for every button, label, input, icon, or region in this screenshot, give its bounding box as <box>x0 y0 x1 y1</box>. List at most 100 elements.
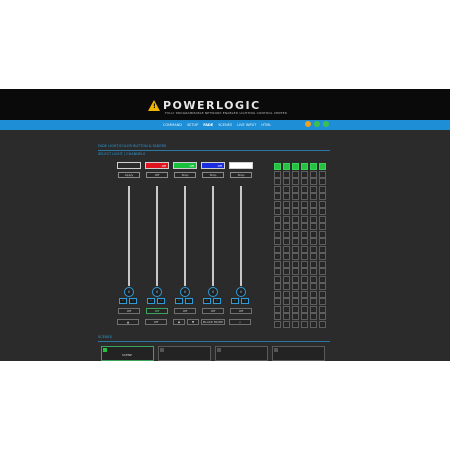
preset-cell[interactable]: ◦ <box>319 268 326 275</box>
preset-cell[interactable]: ◦ <box>319 238 326 245</box>
preset-cell[interactable]: ◦ <box>274 185 281 193</box>
preset-cell[interactable]: ◦ <box>283 275 290 283</box>
preset-cell[interactable]: ◦ <box>283 298 290 305</box>
preset-cell[interactable]: ◦ <box>283 260 290 268</box>
channel-color-swatch[interactable]: Off <box>173 162 197 169</box>
preset-cell[interactable]: ◦ <box>310 208 317 215</box>
preset-cell[interactable]: ◦ <box>310 283 317 290</box>
nav-item-setup[interactable]: SETUP <box>187 123 198 127</box>
fader-down-button[interactable]: ⌃ <box>157 298 165 304</box>
preset-cell[interactable]: ◦ <box>310 163 317 170</box>
fader-knob[interactable]: 0 <box>208 287 218 297</box>
preset-cell[interactable]: ◦ <box>301 208 308 215</box>
preset-cell[interactable]: ◦ <box>283 238 290 245</box>
preset-cell[interactable]: ◦ <box>274 298 281 305</box>
channel-select-button[interactable]: Off <box>146 172 168 178</box>
channel-color-swatch[interactable] <box>229 162 253 169</box>
preset-cell[interactable]: ◦ <box>301 260 308 268</box>
preset-cell[interactable]: ◦ <box>301 170 308 178</box>
channel-color-swatch[interactable] <box>117 162 141 169</box>
fader-track[interactable] <box>156 186 158 286</box>
preset-cell[interactable]: ◦ <box>274 200 281 208</box>
preset-cell[interactable]: ◦ <box>301 305 308 313</box>
preset-cell[interactable]: ◦ <box>283 230 290 238</box>
preset-cell[interactable]: ◦ <box>319 208 326 215</box>
preset-cell[interactable]: ◦ <box>274 253 281 260</box>
twitter-icon[interactable] <box>314 121 320 127</box>
preset-cell[interactable]: ◦ <box>283 268 290 275</box>
preset-cell[interactable]: ◦ <box>301 185 308 193</box>
preset-cell[interactable]: ◦ <box>292 275 299 283</box>
preset-cell[interactable]: ◦ <box>310 170 317 178</box>
preset-cell[interactable]: ◦ <box>292 200 299 208</box>
channel-select-button[interactable]: Stop <box>230 172 252 178</box>
channel-color-swatch[interactable]: Off <box>201 162 225 169</box>
fader-knob[interactable]: 0 <box>236 287 246 297</box>
preset-cell[interactable]: ◦ <box>301 268 308 275</box>
fader-track[interactable] <box>212 186 214 286</box>
preset-cell[interactable]: ◦ <box>319 260 326 268</box>
preset-cell[interactable]: ◦ <box>283 193 290 200</box>
preset-cell[interactable]: ◦ <box>283 170 290 178</box>
preset-cell[interactable]: ◦ <box>274 305 281 313</box>
preset-cell[interactable]: ◦ <box>274 163 281 170</box>
preset-cell[interactable]: ◦ <box>274 215 281 223</box>
preset-cell[interactable]: ◦ <box>310 253 317 260</box>
fader-down-button[interactable]: ⌃ <box>241 298 249 304</box>
nav-item-html[interactable]: HTML <box>261 123 271 127</box>
preset-cell[interactable]: ◦ <box>319 275 326 283</box>
preset-cell[interactable]: ◦ <box>283 163 290 170</box>
preset-cell[interactable]: ◦ <box>310 238 317 245</box>
scene-card[interactable] <box>215 346 268 361</box>
preset-cell[interactable]: ◦ <box>319 290 326 298</box>
black-mode-button[interactable]: BLACK MODE <box>201 319 225 325</box>
fader-knob[interactable]: 0 <box>180 287 190 297</box>
preset-cell[interactable]: ◦ <box>301 178 308 185</box>
preset-cell[interactable]: ◦ <box>310 185 317 193</box>
preset-cell[interactable]: ◦ <box>292 170 299 178</box>
preset-cell[interactable]: ◦ <box>283 223 290 230</box>
preset-cell[interactable]: ◦ <box>319 193 326 200</box>
preset-cell[interactable]: ◦ <box>283 200 290 208</box>
preset-cell[interactable]: ◦ <box>310 200 317 208</box>
preset-cell[interactable]: ◦ <box>319 253 326 260</box>
channel-select-button[interactable]: Stop <box>202 172 224 178</box>
fader-track[interactable] <box>184 186 186 286</box>
scene-card[interactable] <box>272 346 325 361</box>
channel-color-swatch[interactable]: Off <box>145 162 169 169</box>
preset-cell[interactable]: ◦ <box>301 313 308 320</box>
channel-select-button[interactable]: Apply <box>118 172 140 178</box>
fader-track[interactable] <box>240 186 242 286</box>
fader-knob[interactable]: 0 <box>124 287 134 297</box>
preset-cell[interactable]: ◦ <box>319 230 326 238</box>
channel-toggle-button[interactable]: Off <box>202 308 224 314</box>
preset-cell[interactable]: ◦ <box>310 305 317 313</box>
fader-down-button[interactable]: ⌃ <box>185 298 193 304</box>
preset-cell[interactable]: ◦ <box>292 298 299 305</box>
preset-cell[interactable]: ◦ <box>319 305 326 313</box>
preset-cell[interactable]: ◦ <box>283 253 290 260</box>
preset-cell[interactable]: ◦ <box>301 320 308 328</box>
preset-cell[interactable]: ◦ <box>274 238 281 245</box>
preset-cell[interactable]: ◦ <box>310 178 317 185</box>
preset-cell[interactable]: ◦ <box>292 283 299 290</box>
channel-toggle-button[interactable]: Off <box>230 308 252 314</box>
move-up-button[interactable]: ▲ <box>117 319 139 325</box>
preset-cell[interactable]: ◦ <box>274 268 281 275</box>
preset-cell[interactable]: ◦ <box>310 320 317 328</box>
scene-card[interactable]: SCENE <box>101 346 154 361</box>
preset-cell[interactable]: ◦ <box>292 208 299 215</box>
preset-cell[interactable]: ◦ <box>301 298 308 305</box>
diamond-button[interactable]: ◆ <box>173 319 185 325</box>
nav-item-scenes[interactable]: SCENES <box>218 123 232 127</box>
preset-cell[interactable]: ◦ <box>292 238 299 245</box>
channel-toggle-button[interactable]: Off <box>146 308 168 314</box>
preset-cell[interactable]: ◦ <box>292 290 299 298</box>
preset-cell[interactable]: ◦ <box>292 260 299 268</box>
preset-cell[interactable]: ◦ <box>310 290 317 298</box>
preset-cell[interactable]: ◦ <box>283 178 290 185</box>
preset-cell[interactable]: ◦ <box>292 253 299 260</box>
preset-cell[interactable]: ◦ <box>310 223 317 230</box>
preset-cell[interactable]: ◦ <box>310 230 317 238</box>
preset-cell[interactable]: ◦ <box>319 245 326 253</box>
